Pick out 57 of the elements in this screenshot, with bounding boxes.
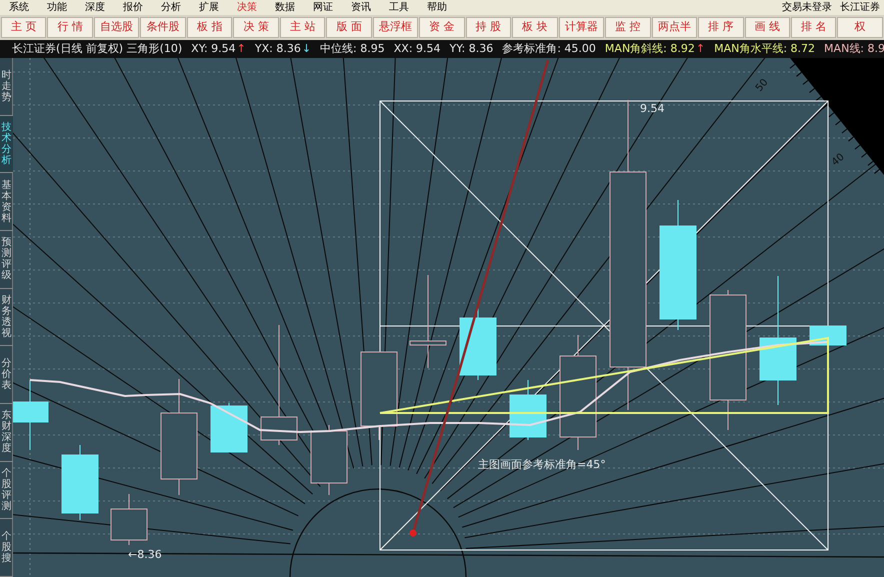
toolbar-button[interactable]: 条件股 bbox=[140, 17, 186, 38]
toolbar-button[interactable]: 决 策 bbox=[233, 17, 279, 38]
indicator-value: MAN角斜线: 8.92 bbox=[604, 40, 695, 57]
sidebar-tab[interactable]: 个股评测 bbox=[0, 462, 13, 520]
menu-item[interactable]: 系统 bbox=[0, 2, 38, 12]
toolbar-button[interactable]: 监 控 bbox=[605, 17, 651, 38]
menu-item[interactable]: 决策 bbox=[228, 2, 266, 12]
trend-arrow: ↑ bbox=[696, 40, 706, 57]
protractor-label: 40 bbox=[830, 152, 847, 168]
toolbar-button[interactable]: 权 bbox=[837, 17, 883, 38]
toolbar-button[interactable]: 资 金 bbox=[419, 17, 465, 38]
trend-arrow: ↓ bbox=[302, 40, 312, 57]
menu-item[interactable]: 帮助 bbox=[418, 2, 456, 12]
toolbar-button[interactable]: 板 指 bbox=[186, 17, 232, 38]
chart-title: 长江证券(日线 前复权) 三角形(10) bbox=[12, 40, 182, 57]
toolbar-button[interactable]: 排 名 bbox=[790, 17, 836, 38]
toolbar-button[interactable]: 持 股 bbox=[466, 17, 512, 38]
menu-item[interactable]: 扩展 bbox=[190, 2, 228, 12]
broker-name: 长江证券 bbox=[840, 2, 880, 12]
toolbar-button[interactable]: 主 页 bbox=[1, 17, 46, 38]
menu-item[interactable]: 网证 bbox=[304, 2, 342, 12]
indicator-value: 参考标准角: 45.00 bbox=[502, 40, 596, 57]
toolbar-button[interactable]: 主 站 bbox=[280, 17, 326, 38]
indicator-value: MAN线: 8.9 bbox=[824, 40, 884, 57]
menu-item[interactable]: 功能 bbox=[38, 2, 76, 12]
menu-item[interactable]: 工具 bbox=[380, 2, 418, 12]
toolbar-button[interactable]: 排 序 bbox=[698, 17, 744, 38]
menu-item[interactable]: 报价 bbox=[114, 2, 152, 12]
sidebar-tab[interactable]: 个股搜 bbox=[0, 519, 13, 577]
menu-item[interactable]: 深度 bbox=[76, 2, 114, 12]
toolbar-button[interactable]: 版 面 bbox=[326, 17, 372, 38]
indicator-value: 中位线: 8.95 bbox=[320, 40, 385, 57]
angle-note: 主图画面参考标准角=45° bbox=[478, 458, 606, 471]
toolbar-button[interactable]: 悬浮框 bbox=[372, 17, 418, 38]
toolbar-button[interactable]: 自选股 bbox=[94, 17, 140, 38]
toolbar-button[interactable]: 画 线 bbox=[744, 17, 790, 38]
login-status: 交易未登录 bbox=[782, 2, 832, 12]
indicator-value: MAN角水平线: 8.72 bbox=[714, 40, 816, 57]
toolbar-button[interactable]: 行 情 bbox=[47, 17, 93, 38]
menu-item[interactable]: 分析 bbox=[152, 2, 190, 12]
sidebar-tab[interactable]: 技术分析 bbox=[0, 116, 13, 174]
protractor-label: 50 bbox=[754, 77, 770, 94]
indicator-value: XX: 9.54 bbox=[394, 40, 441, 57]
trend-arrow: ↑ bbox=[236, 40, 246, 57]
sidebar-tab[interactable]: 财务透视 bbox=[0, 288, 13, 346]
indicator-value: XY: 9.54 bbox=[191, 40, 236, 57]
toolbar-button[interactable]: 计算器 bbox=[558, 17, 604, 38]
high-price-label: 9.54 bbox=[640, 102, 664, 115]
sidebar-tab[interactable]: 预测评级 bbox=[0, 231, 13, 289]
toolbar-button[interactable]: 两点半 bbox=[652, 17, 698, 38]
indicator-value: YX: 8.36 bbox=[254, 40, 301, 57]
toolbar-button[interactable]: 板 块 bbox=[512, 17, 558, 38]
low-price-label: ←8.36 bbox=[128, 548, 162, 561]
sidebar-tab[interactable]: 基本资料 bbox=[0, 173, 13, 232]
menu-item[interactable]: 资讯 bbox=[342, 2, 380, 12]
menu-item[interactable]: 数据 bbox=[266, 2, 304, 12]
indicator-value: YY: 8.36 bbox=[450, 40, 494, 57]
